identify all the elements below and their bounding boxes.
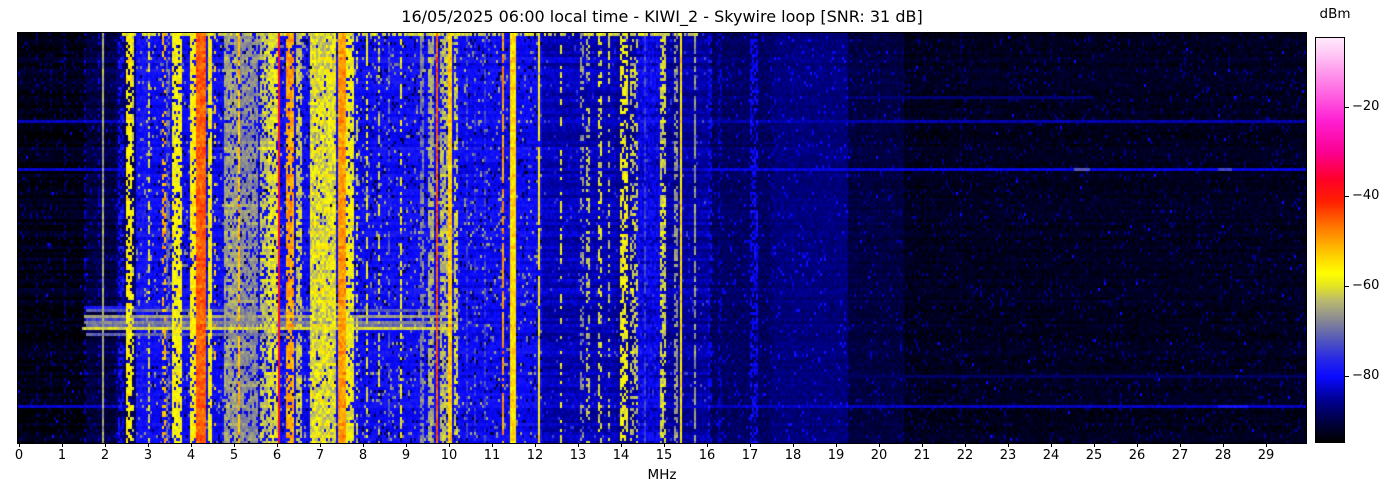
spectrogram-figure: 16/05/2025 06:00 local time - KIWI_2 - S… (0, 0, 1400, 500)
x-tick-mark (320, 443, 321, 447)
x-tick-label: 13 (558, 448, 598, 463)
colorbar-label: dBm (1308, 6, 1362, 22)
x-tick-mark (1180, 443, 1181, 447)
colorbar-tick-mark (1345, 107, 1349, 108)
x-tick-mark (363, 443, 364, 447)
x-tick-mark (449, 443, 450, 447)
x-tick-mark (148, 443, 149, 447)
colorbar (1315, 37, 1345, 443)
x-tick-mark (836, 443, 837, 447)
x-tick-label: 3 (128, 448, 168, 463)
x-tick-label: 25 (1074, 448, 1114, 463)
x-tick-label: 11 (472, 448, 512, 463)
x-tick-label: 27 (1160, 448, 1200, 463)
colorbar-tick-mark (1345, 376, 1349, 377)
x-tick-mark (19, 443, 20, 447)
x-tick-label: 17 (730, 448, 770, 463)
x-tick-label: 8 (343, 448, 383, 463)
x-tick-mark (277, 443, 278, 447)
x-tick-mark (191, 443, 192, 447)
x-tick-label: 29 (1246, 448, 1286, 463)
x-tick-mark (406, 443, 407, 447)
x-tick-mark (1008, 443, 1009, 447)
x-tick-mark (492, 443, 493, 447)
x-tick-mark (1051, 443, 1052, 447)
x-tick-mark (879, 443, 880, 447)
x-tick-mark (1223, 443, 1224, 447)
x-tick-label: 1 (42, 448, 82, 463)
waterfall-canvas (18, 33, 1306, 443)
x-tick-label: 19 (816, 448, 856, 463)
x-tick-mark (707, 443, 708, 447)
x-tick-mark (62, 443, 63, 447)
x-tick-mark (105, 443, 106, 447)
x-tick-label: 14 (601, 448, 641, 463)
x-tick-label: 24 (1031, 448, 1071, 463)
x-tick-label: 12 (515, 448, 555, 463)
x-tick-mark (750, 443, 751, 447)
chart-title: 16/05/2025 06:00 local time - KIWI_2 - S… (18, 7, 1306, 26)
colorbar-tick-label: −20 (1352, 99, 1379, 115)
colorbar-tick-label: −40 (1352, 188, 1379, 204)
x-tick-label: 15 (644, 448, 684, 463)
x-tick-label: 20 (859, 448, 899, 463)
x-tick-label: 6 (257, 448, 297, 463)
x-tick-label: 5 (214, 448, 254, 463)
x-tick-mark (1094, 443, 1095, 447)
colorbar-tick-mark (1345, 196, 1349, 197)
x-tick-mark (793, 443, 794, 447)
x-tick-label: 22 (945, 448, 985, 463)
plot-area (17, 32, 1307, 444)
x-tick-mark (578, 443, 579, 447)
x-tick-label: 10 (429, 448, 469, 463)
x-tick-label: 23 (988, 448, 1028, 463)
x-tick-label: 18 (773, 448, 813, 463)
colorbar-tick-mark (1345, 286, 1349, 287)
x-tick-label: 26 (1117, 448, 1157, 463)
x-tick-mark (664, 443, 665, 447)
x-axis-label: MHz (18, 467, 1306, 483)
x-tick-label: 0 (0, 448, 39, 463)
colorbar-tick-label: −80 (1352, 368, 1379, 384)
x-tick-label: 2 (85, 448, 125, 463)
x-tick-mark (621, 443, 622, 447)
x-tick-label: 21 (902, 448, 942, 463)
x-tick-label: 4 (171, 448, 211, 463)
x-tick-mark (1137, 443, 1138, 447)
x-tick-label: 7 (300, 448, 340, 463)
colorbar-tick-label: −60 (1352, 278, 1379, 294)
x-tick-mark (234, 443, 235, 447)
x-tick-label: 28 (1203, 448, 1243, 463)
x-tick-label: 9 (386, 448, 426, 463)
x-tick-label: 16 (687, 448, 727, 463)
x-tick-mark (1266, 443, 1267, 447)
x-tick-mark (965, 443, 966, 447)
x-tick-mark (922, 443, 923, 447)
x-tick-mark (535, 443, 536, 447)
